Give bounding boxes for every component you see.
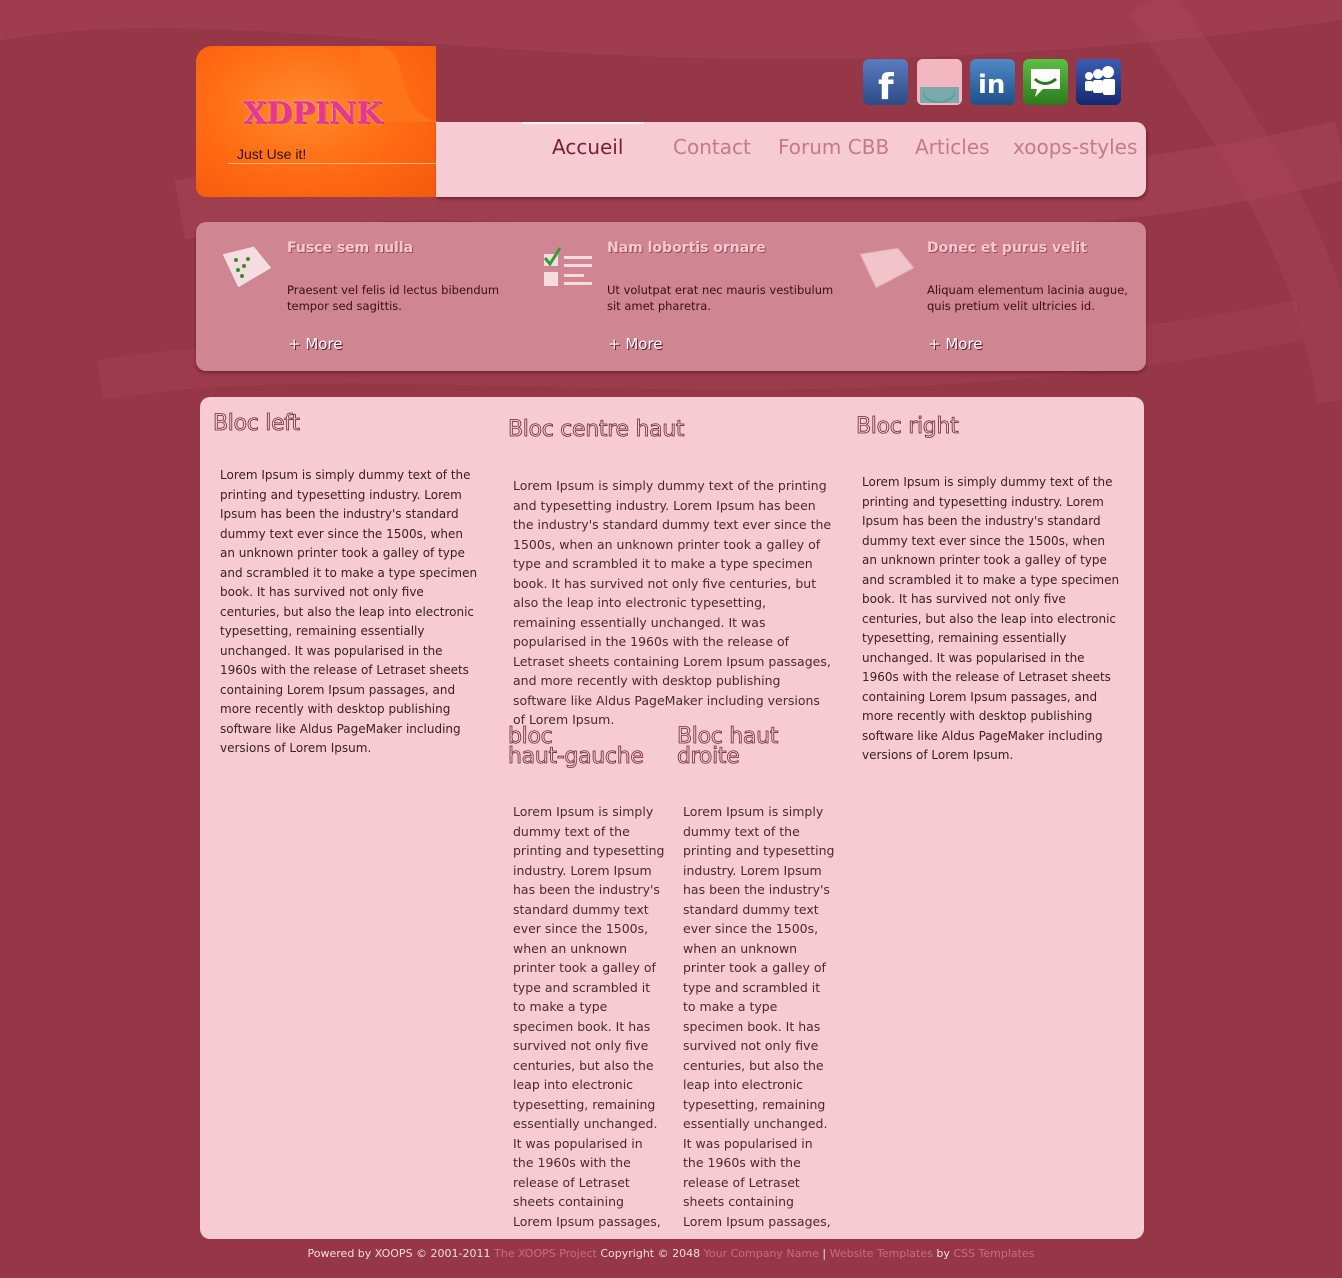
nav-item-articles[interactable]: Articles: [915, 133, 990, 173]
feature-more-link[interactable]: + More: [928, 335, 983, 353]
bloc-haut-droite-text: Lorem Ipsum is simply dummy text of the …: [683, 804, 835, 1229]
feature-title: Fusce sem nulla: [287, 240, 414, 256]
nav-item-accueil[interactable]: Accueil: [552, 133, 623, 173]
footer: Powered by XOOPS © 2001-2011 The XOOPS P…: [0, 1247, 1342, 1260]
checklist-icon: [543, 247, 592, 286]
note-icon: [859, 247, 915, 289]
footer-templates-link[interactable]: Website Templates: [830, 1247, 933, 1260]
footer-powered: Powered by XOOPS © 2001-2011: [307, 1247, 491, 1260]
feature-title: Donec et purus velit: [927, 240, 1087, 256]
chat-icon[interactable]: [1023, 59, 1068, 105]
bloc-haut-gauche-text: Lorem Ipsum is simply dummy text of the …: [513, 804, 665, 1229]
feature-more-link[interactable]: + More: [288, 335, 343, 353]
bloc-left-title: Bloc left: [213, 411, 301, 436]
feature-more-link[interactable]: + More: [608, 335, 663, 353]
svg-text:in: in: [978, 70, 1005, 100]
nav-active-indicator: [522, 122, 644, 124]
feature-text: Ut volutpat erat nec mauris vestibulum s…: [607, 283, 834, 313]
footer-separator: |: [822, 1247, 827, 1260]
bloc-haut-gauche-title-line2: haut-gauche: [508, 744, 645, 769]
nav-item-xoops-styles[interactable]: xoops-styles: [1013, 133, 1137, 173]
content-panel: Bloc left Lorem Ipsum is simply dummy te…: [200, 397, 1144, 1239]
bloc-right-text: Lorem Ipsum is simply dummy text of the …: [862, 475, 1120, 762]
bloc-centre-haut-title: Bloc centre haut: [508, 417, 685, 442]
footer-company-link[interactable]: Your Company Name: [704, 1247, 819, 1260]
map-icon: [221, 245, 273, 289]
feature-text: Praesent vel felis id lectus bibendum te…: [287, 283, 500, 313]
feature-text: Aliquam elementum lacinia augue, quis pr…: [927, 283, 1128, 313]
footer-by: by: [936, 1247, 950, 1260]
myspace-icon[interactable]: [1076, 59, 1121, 105]
main-nav: Accueil Contact Forum CBB Articles xoops…: [436, 122, 1146, 197]
site-logo[interactable]: XDPINK: [243, 96, 382, 131]
linkedin-icon[interactable]: in: [970, 59, 1015, 105]
site-slogan: Just Use it!: [237, 146, 307, 162]
features-panel: Fusce sem nulla Praesent vel felis id le…: [196, 222, 1146, 371]
footer-xoops-link[interactable]: The XOOPS Project: [494, 1247, 597, 1260]
footer-copyright: Copyright © 2048: [600, 1247, 701, 1260]
footer-css-link[interactable]: CSS Templates: [953, 1247, 1034, 1260]
slogan-divider: [228, 163, 436, 164]
feature-title: Nam lobortis ornare: [607, 240, 766, 256]
nav-item-forum[interactable]: Forum CBB: [778, 133, 889, 173]
svg-text:f: f: [878, 67, 894, 105]
bloc-right-title: Bloc right: [856, 414, 960, 439]
nav-item-contact[interactable]: Contact: [673, 133, 751, 173]
stumbleupon-icon[interactable]: [917, 59, 962, 105]
bloc-left-text: Lorem Ipsum is simply dummy text of the …: [220, 468, 478, 755]
facebook-icon[interactable]: f: [863, 59, 908, 108]
bloc-centre-haut-text: Lorem Ipsum is simply dummy text of the …: [513, 478, 832, 727]
bloc-haut-droite-title-line2: droite: [677, 744, 741, 769]
